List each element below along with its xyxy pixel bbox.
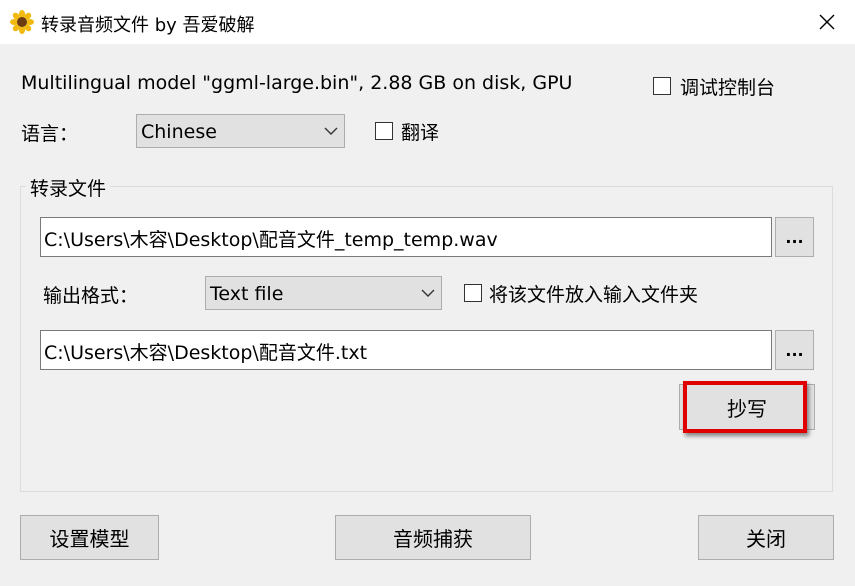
chevron-down-icon bbox=[324, 127, 338, 135]
output-file-path[interactable]: C:\Users\木容\Desktop\配音文件.txt bbox=[40, 330, 772, 370]
output-format-label: 输出格式： bbox=[43, 285, 139, 307]
language-selected-value: Chinese bbox=[141, 121, 217, 143]
language-label: 语言： bbox=[21, 123, 79, 145]
audio-capture-button[interactable]: 音频捕获 bbox=[335, 515, 531, 560]
language-select[interactable]: Chinese bbox=[136, 114, 345, 148]
place-in-input-folder-label: 将该文件放入输入文件夹 bbox=[489, 284, 699, 306]
input-file-path-value: C:\Users\木容\Desktop\配音文件_temp_temp.wav bbox=[44, 229, 498, 251]
setup-model-button[interactable]: 设置模型 bbox=[20, 515, 159, 560]
place-in-input-folder-checkbox[interactable] bbox=[464, 284, 482, 302]
highlight-box bbox=[683, 381, 807, 433]
output-file-path-value: C:\Users\木容\Desktop\配音文件.txt bbox=[44, 342, 368, 364]
title-bar: 转录音频文件 by 吾爱破解 bbox=[0, 0, 855, 44]
close-button[interactable]: 关闭 bbox=[698, 515, 834, 560]
close-icon bbox=[819, 14, 835, 30]
input-file-path[interactable]: C:\Users\木容\Desktop\配音文件_temp_temp.wav bbox=[40, 217, 772, 257]
browse-output-button[interactable]: ... bbox=[775, 330, 814, 370]
output-format-select[interactable]: Text file bbox=[205, 276, 442, 310]
translate-checkbox[interactable] bbox=[375, 122, 393, 140]
window-close-button[interactable] bbox=[799, 0, 855, 44]
chevron-down-icon bbox=[421, 289, 435, 297]
debug-console-checkbox[interactable] bbox=[653, 77, 671, 95]
browse-input-button[interactable]: ... bbox=[775, 217, 814, 257]
debug-console-label: 调试控制台 bbox=[680, 77, 776, 99]
output-format-selected-value: Text file bbox=[210, 283, 284, 305]
sunflower-icon bbox=[10, 10, 34, 34]
translate-label: 翻译 bbox=[401, 122, 440, 144]
transcribe-group-title: 转录文件 bbox=[26, 174, 111, 201]
window-title: 转录音频文件 by 吾爱破解 bbox=[41, 15, 255, 36]
model-info-text: Multilingual model "ggml-large.bin", 2.8… bbox=[21, 72, 573, 94]
